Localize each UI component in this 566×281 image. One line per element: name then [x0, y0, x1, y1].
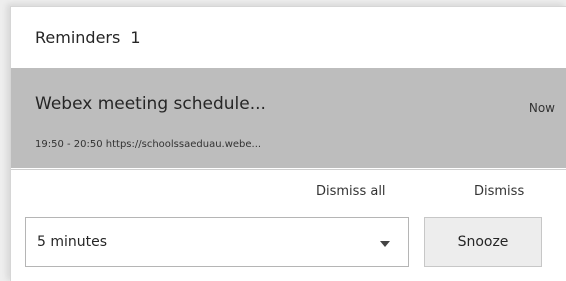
- reminder-item[interactable]: Webex meeting schedule... Now 19:50 - 20…: [11, 68, 566, 168]
- reminder-subject: Webex meeting schedule...: [35, 94, 266, 114]
- chevron-down-icon: [380, 241, 390, 247]
- snooze-duration-dropdown[interactable]: 5 minutes: [25, 217, 409, 267]
- reminders-title: Reminders: [35, 28, 121, 47]
- snooze-button[interactable]: Snooze: [424, 217, 542, 267]
- dismiss-all-button[interactable]: Dismiss all: [316, 184, 386, 199]
- reminders-header: Reminders 1: [11, 7, 566, 68]
- reminder-details: 19:50 - 20:50 https://schoolssaeduau.web…: [35, 139, 262, 150]
- dismiss-button[interactable]: Dismiss: [474, 184, 524, 199]
- snooze-duration-value: 5 minutes: [37, 234, 108, 250]
- reminders-panel: Reminders 1 Webex meeting schedule... No…: [10, 6, 566, 281]
- reminders-window-frame: Reminders 1 Webex meeting schedule... No…: [0, 0, 566, 281]
- divider: [11, 169, 566, 170]
- reminders-count: 1: [130, 28, 141, 47]
- reminder-due-time: Now: [528, 101, 555, 115]
